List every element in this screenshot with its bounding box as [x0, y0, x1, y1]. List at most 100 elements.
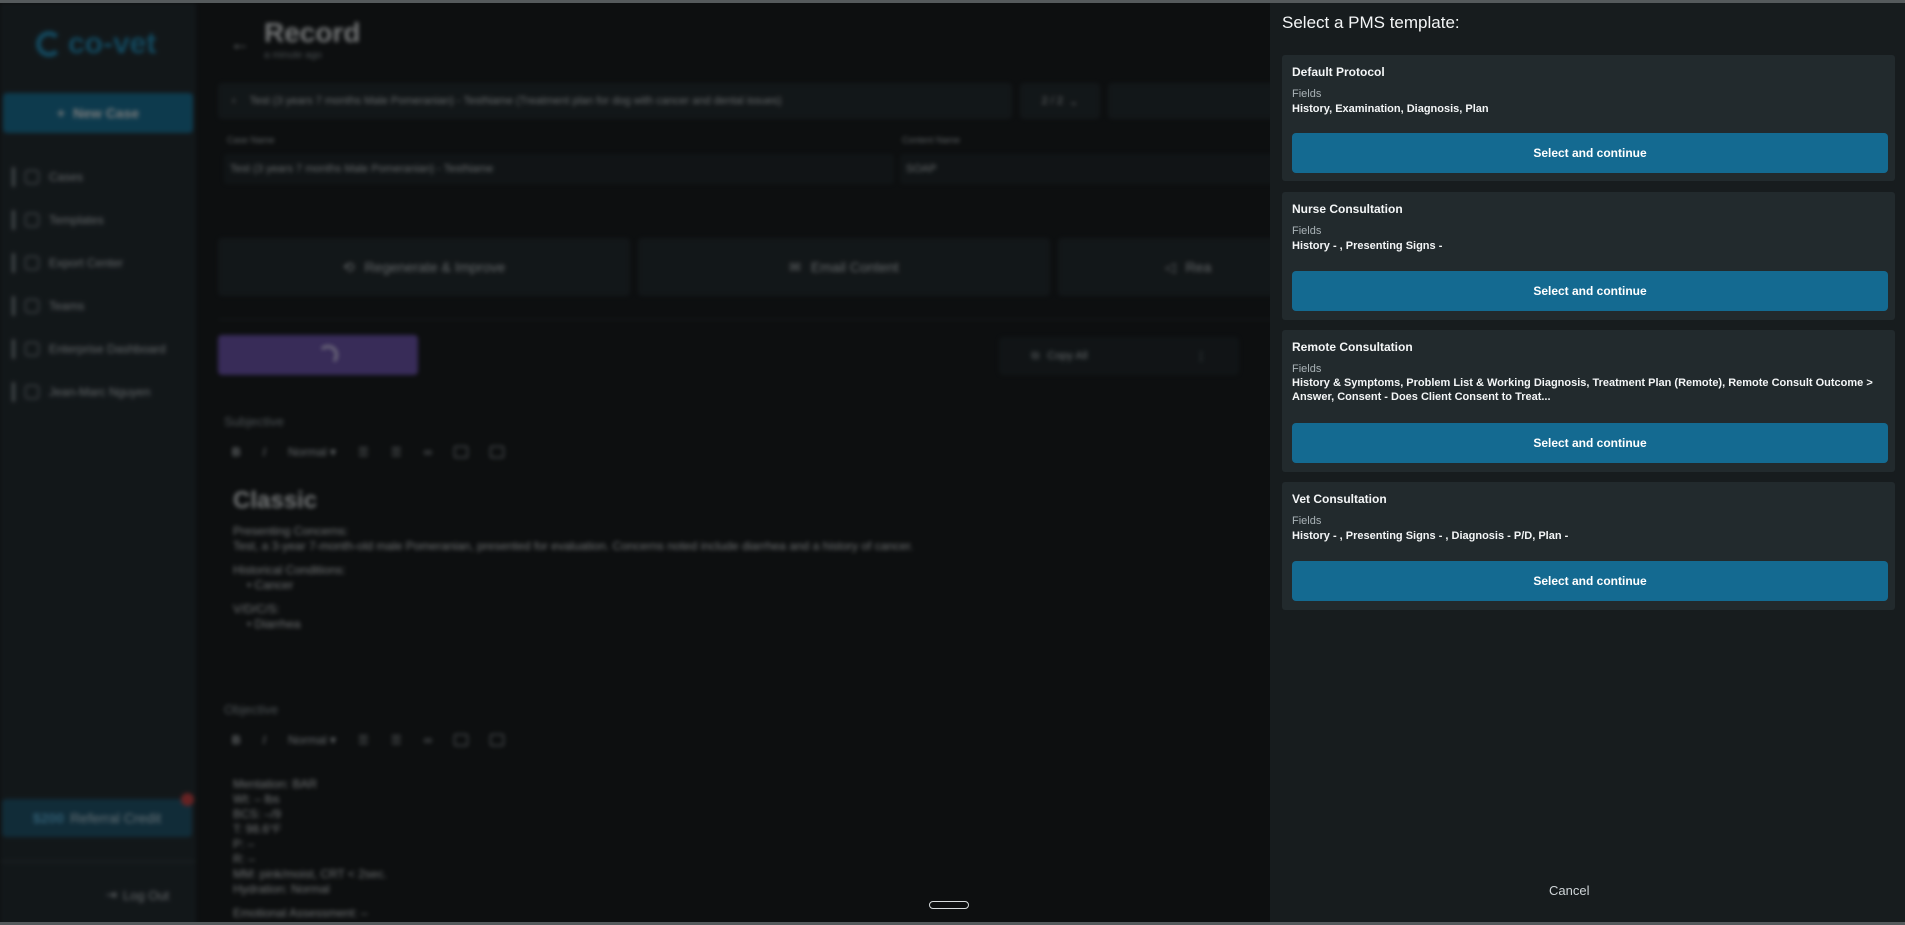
dashboard-icon — [25, 341, 39, 356]
email-content-label: Email Content — [810, 259, 899, 275]
objective-editor[interactable]: Mentation: BAR Wt: – lbs BCS: –/9 T: 98.… — [233, 777, 387, 921]
chevron-left-icon: ‹ — [232, 95, 236, 107]
template-name: Remote Consultation — [1292, 340, 1413, 354]
sidebar-item-enterprise-dashboard[interactable]: Enterprise Dashboard — [12, 327, 166, 370]
refresh-icon: ⟲ — [342, 258, 355, 275]
objective-line: P: – — [233, 837, 255, 851]
select-and-continue-button[interactable]: Select and continue — [1292, 423, 1888, 463]
fields-label: Fields — [1292, 363, 1322, 375]
fields-label: Fields — [1292, 515, 1322, 527]
export-icon — [25, 255, 39, 270]
regenerate-label: Regenerate & Improve — [364, 259, 506, 275]
objective-line: Mentation: BAR — [233, 777, 318, 791]
content-name-label: Content Name — [902, 135, 961, 145]
presenting-label: Presenting Concerns: — [233, 524, 349, 538]
logout-label: Log Out — [122, 887, 170, 903]
objective-toolbar: B I Normal ▾ ☰ ☰ ∞ — [232, 733, 505, 747]
vdcs-item: • Diarrhea — [247, 617, 301, 631]
paw-icon — [25, 169, 39, 184]
fields-label: Fields — [1292, 88, 1322, 100]
sidebar-item-export-center[interactable]: Export Center — [12, 241, 166, 284]
mail-icon: ✉ — [789, 258, 801, 275]
template-name: Vet Consultation — [1292, 492, 1387, 506]
notification-dot — [181, 793, 194, 806]
ordered-list-icon[interactable]: ☰ — [358, 445, 369, 459]
template-fields: History - , Presenting Signs - — [1292, 240, 1443, 252]
nav-indicator — [12, 209, 15, 230]
emotional-assessment: Emotional Assessment: – — [233, 906, 368, 920]
objective-line: R: – — [233, 852, 256, 866]
image-icon[interactable] — [490, 446, 505, 458]
format-select[interactable]: Normal ▾ — [288, 733, 336, 747]
document-icon[interactable] — [454, 446, 469, 458]
template-card-nurse-consultation: Nurse Consultation Fields History - , Pr… — [1282, 192, 1895, 320]
select-and-continue-button[interactable]: Select and continue — [1292, 561, 1888, 601]
template-card-default-protocol: Default Protocol Fields History, Examina… — [1282, 55, 1895, 181]
referral-credit-button[interactable]: $200 Referral Credit — [2, 793, 194, 837]
nav-indicator — [12, 338, 15, 359]
format-select[interactable]: Normal ▾ — [288, 445, 336, 459]
link-icon[interactable]: ∞ — [424, 733, 433, 747]
sidebar-item-label: Teams — [49, 298, 85, 313]
pager-label: 2 / 2 — [1041, 95, 1064, 107]
bold-icon[interactable]: B — [232, 733, 241, 747]
sidebar-item-profile[interactable]: Jean-Marc Nguyen — [12, 370, 166, 413]
case-name-field[interactable]: Test (3 years 7 months Male Pomeranian) … — [224, 154, 894, 184]
drag-handle[interactable] — [929, 901, 969, 909]
logout-button[interactable]: ⇥ Log Out — [106, 887, 169, 903]
italic-icon[interactable]: I — [263, 733, 266, 747]
presenting-text: Test, a 3-year 7-month-old male Pomerani… — [233, 539, 914, 553]
content-pager[interactable]: 2 / 2 ⌄ — [1020, 83, 1100, 119]
image-icon[interactable] — [490, 734, 505, 746]
logo-icon — [36, 31, 62, 57]
case-selector[interactable]: ‹ Test (3 years 7 months Male Pomeranian… — [218, 83, 1012, 119]
bullet-list-icon[interactable]: ☰ — [391, 445, 402, 459]
divider — [218, 319, 1318, 320]
nav-indicator — [12, 252, 15, 273]
sidebar-item-cases[interactable]: Cases — [12, 155, 166, 198]
sidebar-item-label: Enterprise Dashboard — [49, 341, 166, 356]
document-icon[interactable] — [454, 734, 469, 746]
cancel-button[interactable]: Cancel — [1549, 883, 1589, 898]
back-arrow-icon[interactable]: ← — [230, 33, 250, 56]
objective-line: Hydration: Normal — [233, 882, 330, 896]
objective-line: Wt: – lbs — [233, 792, 280, 806]
sidebar-item-templates[interactable]: Templates — [12, 198, 166, 241]
sidebar-item-label: Cases — [49, 169, 84, 184]
italic-icon[interactable]: I — [263, 445, 266, 459]
sidebar-item-teams[interactable]: Teams — [12, 284, 166, 327]
copy-all-label: Copy All — [1047, 350, 1088, 362]
case-selector-label: Test (3 years 7 months Male Pomeranian) … — [249, 95, 782, 107]
logo-text: co-vet — [68, 27, 157, 60]
objective-line: MM: pink/moist, CRT < 2sec. — [233, 867, 387, 881]
sidebar-item-label: Jean-Marc Nguyen — [49, 384, 151, 399]
template-card-remote-consultation: Remote Consultation Fields History & Sym… — [1282, 330, 1895, 472]
team-icon — [25, 298, 39, 313]
loading-spinner-icon — [318, 345, 338, 365]
panel-title: Select a PMS template: — [1282, 13, 1460, 32]
template-fields: History, Examination, Diagnosis, Plan — [1292, 103, 1489, 115]
processing-button[interactable] — [218, 335, 418, 375]
new-case-label: New Case — [73, 105, 140, 121]
select-and-continue-button[interactable]: Select and continue — [1292, 133, 1888, 173]
template-card-vet-consultation: Vet Consultation Fields History - , Pres… — [1282, 482, 1895, 610]
copy-icon: ⧉ — [1031, 349, 1040, 362]
email-content-button[interactable]: ✉ Email Content — [638, 238, 1050, 296]
content-name-field[interactable]: SOAP — [900, 154, 1300, 184]
template-fields: History - , Presenting Signs - , Diagnos… — [1292, 530, 1569, 542]
subjective-editor[interactable]: Classic Presenting Concerns: Test, a 3-y… — [233, 489, 914, 632]
ordered-list-icon[interactable]: ☰ — [358, 733, 369, 747]
avatar-icon — [25, 384, 39, 399]
more-icon[interactable]: ⋮ — [1196, 350, 1207, 363]
historical-label: Historical Conditions: — [233, 563, 346, 577]
copy-all-button[interactable]: ⧉ Copy All ⋮ — [999, 337, 1239, 375]
link-icon[interactable]: ∞ — [424, 445, 433, 459]
sidebar: co-vet + New Case Cases Templates Export… — [0, 3, 196, 922]
regenerate-button[interactable]: ⟲ Regenerate & Improve — [218, 238, 630, 296]
vdcs-label: V/D/C/S: — [233, 602, 280, 616]
select-and-continue-button[interactable]: Select and continue — [1292, 271, 1888, 311]
new-case-button[interactable]: + New Case — [3, 93, 193, 133]
bullet-list-icon[interactable]: ☰ — [391, 733, 402, 747]
pms-template-panel: Select a PMS template: Default Protocol … — [1270, 3, 1905, 922]
bold-icon[interactable]: B — [232, 445, 241, 459]
